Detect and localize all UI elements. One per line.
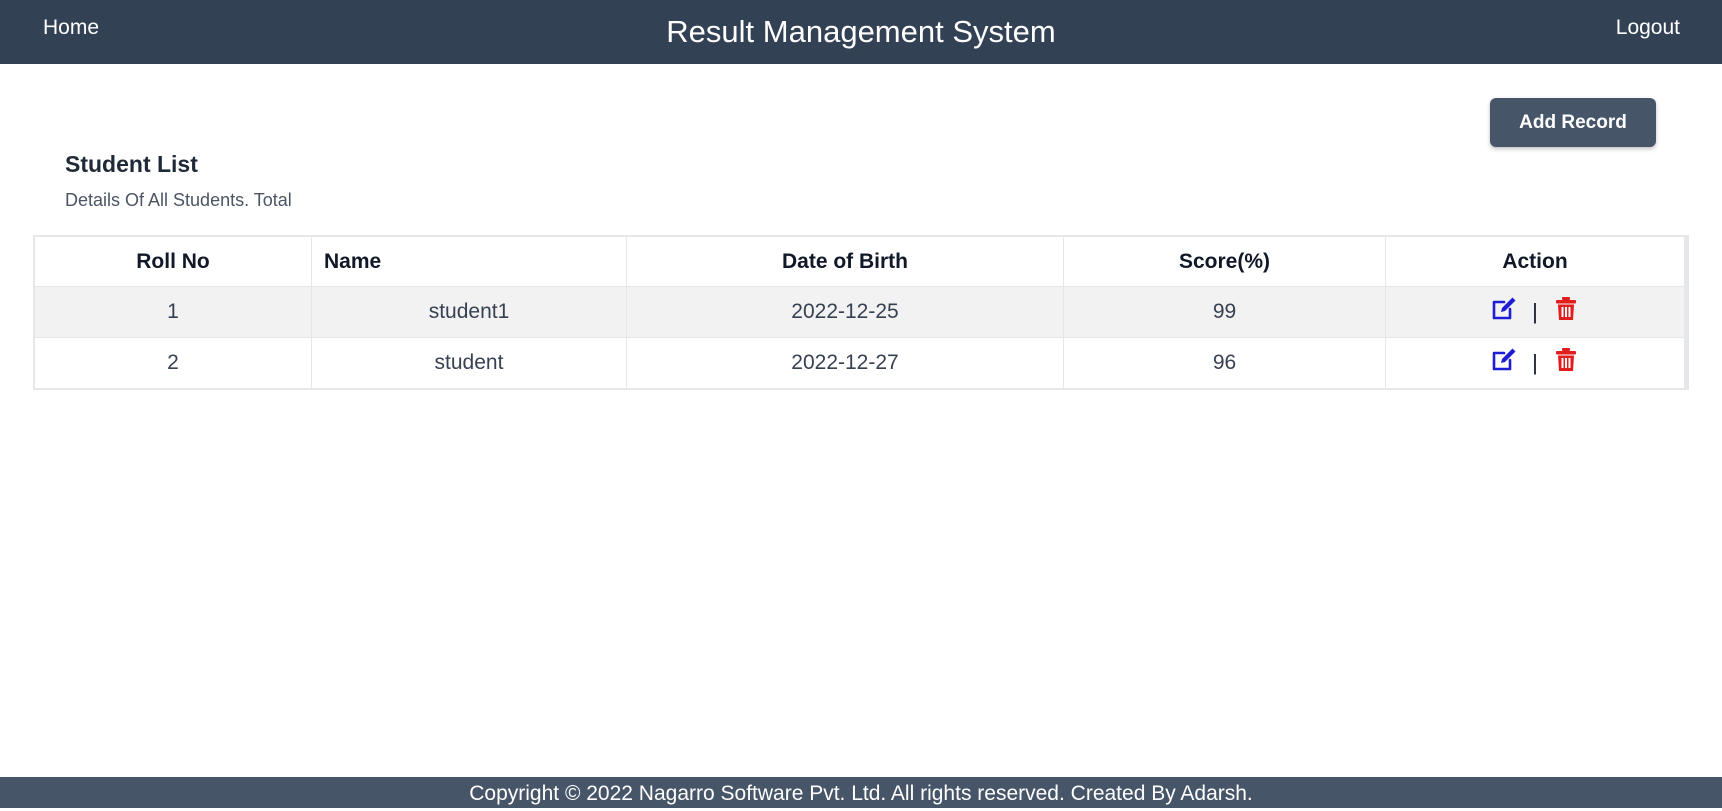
- cell-roll-no: 1: [33, 286, 312, 338]
- header-action: Action: [1385, 235, 1687, 287]
- cell-action: |: [1385, 286, 1687, 338]
- edit-icon[interactable]: [1490, 346, 1518, 374]
- header-score: Score(%): [1063, 235, 1386, 287]
- page-title: Student List: [65, 151, 198, 177]
- header-name: Name: [311, 235, 627, 287]
- page-subtitle: Details Of All Students. Total: [65, 190, 292, 210]
- table-row: 2 student 2022-12-27 96 |: [33, 337, 1687, 390]
- add-record-button[interactable]: Add Record: [1490, 98, 1656, 147]
- header-date-of-birth: Date of Birth: [626, 235, 1064, 287]
- footer: Copyright © 2022 Nagarro Software Pvt. L…: [0, 777, 1722, 808]
- cell-score: 96: [1063, 337, 1386, 390]
- app-title: Result Management System: [666, 14, 1056, 49]
- navbar: Home Result Management System Logout: [0, 0, 1722, 64]
- cell-date-of-birth: 2022-12-25: [626, 286, 1064, 338]
- cell-action: |: [1385, 337, 1687, 390]
- logout-link[interactable]: Logout: [1616, 16, 1680, 40]
- header-roll-no: Roll No: [33, 235, 312, 287]
- action-separator: |: [1532, 299, 1538, 324]
- cell-name: student: [311, 337, 627, 390]
- edit-icon[interactable]: [1490, 295, 1518, 323]
- cell-score: 99: [1063, 286, 1386, 338]
- cell-roll-no: 2: [33, 337, 312, 390]
- trash-icon[interactable]: [1552, 346, 1580, 374]
- cell-name: student1: [311, 286, 627, 338]
- cell-date-of-birth: 2022-12-27: [626, 337, 1064, 390]
- trash-icon[interactable]: [1552, 295, 1580, 323]
- copyright-text: Copyright © 2022 Nagarro Software Pvt. L…: [469, 782, 1253, 805]
- action-separator: |: [1532, 350, 1538, 375]
- student-table: Roll No Name Date of Birth Score(%) Acti…: [33, 235, 1689, 390]
- table-header-row: Roll No Name Date of Birth Score(%) Acti…: [33, 235, 1687, 287]
- table-row: 1 student1 2022-12-25 99 |: [33, 286, 1687, 338]
